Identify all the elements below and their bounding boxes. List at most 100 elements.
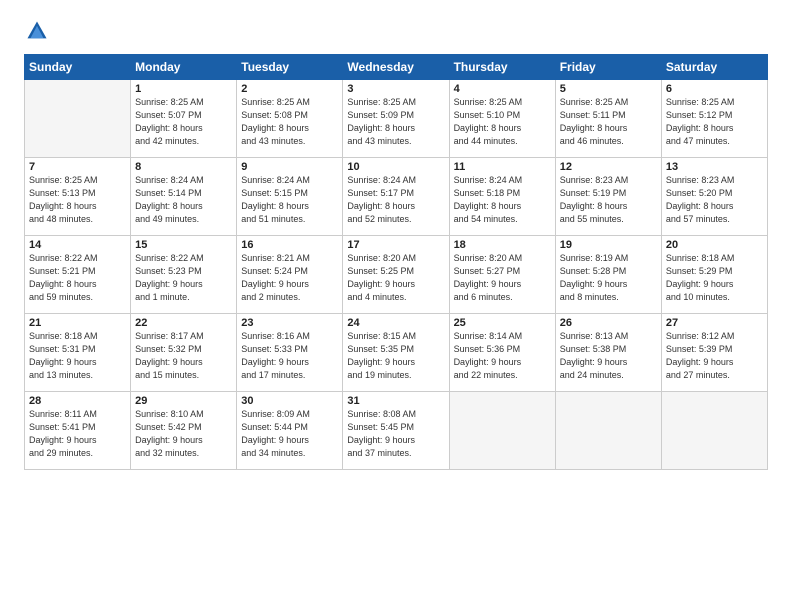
- day-number: 21: [29, 317, 126, 329]
- day-info: Sunrise: 8:09 AM Sunset: 5:44 PM Dayligh…: [241, 408, 338, 460]
- day-info: Sunrise: 8:24 AM Sunset: 5:17 PM Dayligh…: [347, 174, 444, 226]
- weekday-row: SundayMondayTuesdayWednesdayThursdayFrid…: [25, 55, 768, 80]
- day-number: 31: [347, 395, 444, 407]
- day-cell: 29Sunrise: 8:10 AM Sunset: 5:42 PM Dayli…: [131, 392, 237, 470]
- day-info: Sunrise: 8:18 AM Sunset: 5:29 PM Dayligh…: [666, 252, 763, 304]
- day-cell: 28Sunrise: 8:11 AM Sunset: 5:41 PM Dayli…: [25, 392, 131, 470]
- day-info: Sunrise: 8:20 AM Sunset: 5:25 PM Dayligh…: [347, 252, 444, 304]
- weekday-header-tuesday: Tuesday: [237, 55, 343, 80]
- day-info: Sunrise: 8:22 AM Sunset: 5:21 PM Dayligh…: [29, 252, 126, 304]
- day-info: Sunrise: 8:18 AM Sunset: 5:31 PM Dayligh…: [29, 330, 126, 382]
- day-cell: 19Sunrise: 8:19 AM Sunset: 5:28 PM Dayli…: [555, 236, 661, 314]
- calendar-body: 1Sunrise: 8:25 AM Sunset: 5:07 PM Daylig…: [25, 80, 768, 470]
- day-info: Sunrise: 8:14 AM Sunset: 5:36 PM Dayligh…: [454, 330, 551, 382]
- day-cell: 24Sunrise: 8:15 AM Sunset: 5:35 PM Dayli…: [343, 314, 449, 392]
- day-cell: 14Sunrise: 8:22 AM Sunset: 5:21 PM Dayli…: [25, 236, 131, 314]
- header: [24, 20, 768, 42]
- day-number: 11: [454, 161, 551, 173]
- day-number: 30: [241, 395, 338, 407]
- day-info: Sunrise: 8:24 AM Sunset: 5:15 PM Dayligh…: [241, 174, 338, 226]
- day-cell: 15Sunrise: 8:22 AM Sunset: 5:23 PM Dayli…: [131, 236, 237, 314]
- day-cell: 10Sunrise: 8:24 AM Sunset: 5:17 PM Dayli…: [343, 158, 449, 236]
- day-cell: 7Sunrise: 8:25 AM Sunset: 5:13 PM Daylig…: [25, 158, 131, 236]
- day-cell: 11Sunrise: 8:24 AM Sunset: 5:18 PM Dayli…: [449, 158, 555, 236]
- logo-icon: [26, 20, 48, 42]
- day-cell: 4Sunrise: 8:25 AM Sunset: 5:10 PM Daylig…: [449, 80, 555, 158]
- day-cell: 5Sunrise: 8:25 AM Sunset: 5:11 PM Daylig…: [555, 80, 661, 158]
- day-info: Sunrise: 8:23 AM Sunset: 5:20 PM Dayligh…: [666, 174, 763, 226]
- day-number: 16: [241, 239, 338, 251]
- day-info: Sunrise: 8:23 AM Sunset: 5:19 PM Dayligh…: [560, 174, 657, 226]
- day-number: 20: [666, 239, 763, 251]
- day-number: 1: [135, 83, 232, 95]
- calendar-table: SundayMondayTuesdayWednesdayThursdayFrid…: [24, 54, 768, 470]
- day-cell: 16Sunrise: 8:21 AM Sunset: 5:24 PM Dayli…: [237, 236, 343, 314]
- day-cell: 8Sunrise: 8:24 AM Sunset: 5:14 PM Daylig…: [131, 158, 237, 236]
- day-number: 18: [454, 239, 551, 251]
- day-number: 9: [241, 161, 338, 173]
- day-cell: 17Sunrise: 8:20 AM Sunset: 5:25 PM Dayli…: [343, 236, 449, 314]
- day-number: 13: [666, 161, 763, 173]
- day-info: Sunrise: 8:11 AM Sunset: 5:41 PM Dayligh…: [29, 408, 126, 460]
- week-row-3: 21Sunrise: 8:18 AM Sunset: 5:31 PM Dayli…: [25, 314, 768, 392]
- day-cell: 13Sunrise: 8:23 AM Sunset: 5:20 PM Dayli…: [661, 158, 767, 236]
- weekday-header-saturday: Saturday: [661, 55, 767, 80]
- day-info: Sunrise: 8:16 AM Sunset: 5:33 PM Dayligh…: [241, 330, 338, 382]
- day-number: 12: [560, 161, 657, 173]
- weekday-header-wednesday: Wednesday: [343, 55, 449, 80]
- day-cell: 20Sunrise: 8:18 AM Sunset: 5:29 PM Dayli…: [661, 236, 767, 314]
- day-number: 27: [666, 317, 763, 329]
- day-info: Sunrise: 8:20 AM Sunset: 5:27 PM Dayligh…: [454, 252, 551, 304]
- day-info: Sunrise: 8:25 AM Sunset: 5:11 PM Dayligh…: [560, 96, 657, 148]
- day-cell: 6Sunrise: 8:25 AM Sunset: 5:12 PM Daylig…: [661, 80, 767, 158]
- day-number: 7: [29, 161, 126, 173]
- day-info: Sunrise: 8:25 AM Sunset: 5:12 PM Dayligh…: [666, 96, 763, 148]
- day-cell: 21Sunrise: 8:18 AM Sunset: 5:31 PM Dayli…: [25, 314, 131, 392]
- day-info: Sunrise: 8:12 AM Sunset: 5:39 PM Dayligh…: [666, 330, 763, 382]
- weekday-header-monday: Monday: [131, 55, 237, 80]
- day-info: Sunrise: 8:17 AM Sunset: 5:32 PM Dayligh…: [135, 330, 232, 382]
- day-info: Sunrise: 8:25 AM Sunset: 5:09 PM Dayligh…: [347, 96, 444, 148]
- day-cell: 3Sunrise: 8:25 AM Sunset: 5:09 PM Daylig…: [343, 80, 449, 158]
- day-info: Sunrise: 8:24 AM Sunset: 5:18 PM Dayligh…: [454, 174, 551, 226]
- day-number: 10: [347, 161, 444, 173]
- day-info: Sunrise: 8:25 AM Sunset: 5:13 PM Dayligh…: [29, 174, 126, 226]
- day-info: Sunrise: 8:25 AM Sunset: 5:08 PM Dayligh…: [241, 96, 338, 148]
- day-cell: 27Sunrise: 8:12 AM Sunset: 5:39 PM Dayli…: [661, 314, 767, 392]
- day-info: Sunrise: 8:25 AM Sunset: 5:07 PM Dayligh…: [135, 96, 232, 148]
- day-info: Sunrise: 8:25 AM Sunset: 5:10 PM Dayligh…: [454, 96, 551, 148]
- day-cell: 31Sunrise: 8:08 AM Sunset: 5:45 PM Dayli…: [343, 392, 449, 470]
- day-number: 3: [347, 83, 444, 95]
- weekday-header-thursday: Thursday: [449, 55, 555, 80]
- week-row-0: 1Sunrise: 8:25 AM Sunset: 5:07 PM Daylig…: [25, 80, 768, 158]
- day-number: 29: [135, 395, 232, 407]
- day-cell: 25Sunrise: 8:14 AM Sunset: 5:36 PM Dayli…: [449, 314, 555, 392]
- day-number: 17: [347, 239, 444, 251]
- calendar-header: SundayMondayTuesdayWednesdayThursdayFrid…: [25, 55, 768, 80]
- day-cell: 26Sunrise: 8:13 AM Sunset: 5:38 PM Dayli…: [555, 314, 661, 392]
- day-number: 23: [241, 317, 338, 329]
- day-cell: [555, 392, 661, 470]
- day-number: 15: [135, 239, 232, 251]
- day-info: Sunrise: 8:08 AM Sunset: 5:45 PM Dayligh…: [347, 408, 444, 460]
- day-cell: 1Sunrise: 8:25 AM Sunset: 5:07 PM Daylig…: [131, 80, 237, 158]
- day-info: Sunrise: 8:22 AM Sunset: 5:23 PM Dayligh…: [135, 252, 232, 304]
- day-number: 14: [29, 239, 126, 251]
- day-info: Sunrise: 8:15 AM Sunset: 5:35 PM Dayligh…: [347, 330, 444, 382]
- day-number: 6: [666, 83, 763, 95]
- day-number: 4: [454, 83, 551, 95]
- day-cell: 30Sunrise: 8:09 AM Sunset: 5:44 PM Dayli…: [237, 392, 343, 470]
- weekday-header-friday: Friday: [555, 55, 661, 80]
- day-cell: [25, 80, 131, 158]
- page: SundayMondayTuesdayWednesdayThursdayFrid…: [0, 0, 792, 612]
- logo: [24, 20, 52, 42]
- day-cell: 12Sunrise: 8:23 AM Sunset: 5:19 PM Dayli…: [555, 158, 661, 236]
- day-number: 2: [241, 83, 338, 95]
- day-number: 22: [135, 317, 232, 329]
- day-cell: 22Sunrise: 8:17 AM Sunset: 5:32 PM Dayli…: [131, 314, 237, 392]
- day-info: Sunrise: 8:10 AM Sunset: 5:42 PM Dayligh…: [135, 408, 232, 460]
- day-number: 24: [347, 317, 444, 329]
- day-info: Sunrise: 8:24 AM Sunset: 5:14 PM Dayligh…: [135, 174, 232, 226]
- day-number: 19: [560, 239, 657, 251]
- day-cell: 23Sunrise: 8:16 AM Sunset: 5:33 PM Dayli…: [237, 314, 343, 392]
